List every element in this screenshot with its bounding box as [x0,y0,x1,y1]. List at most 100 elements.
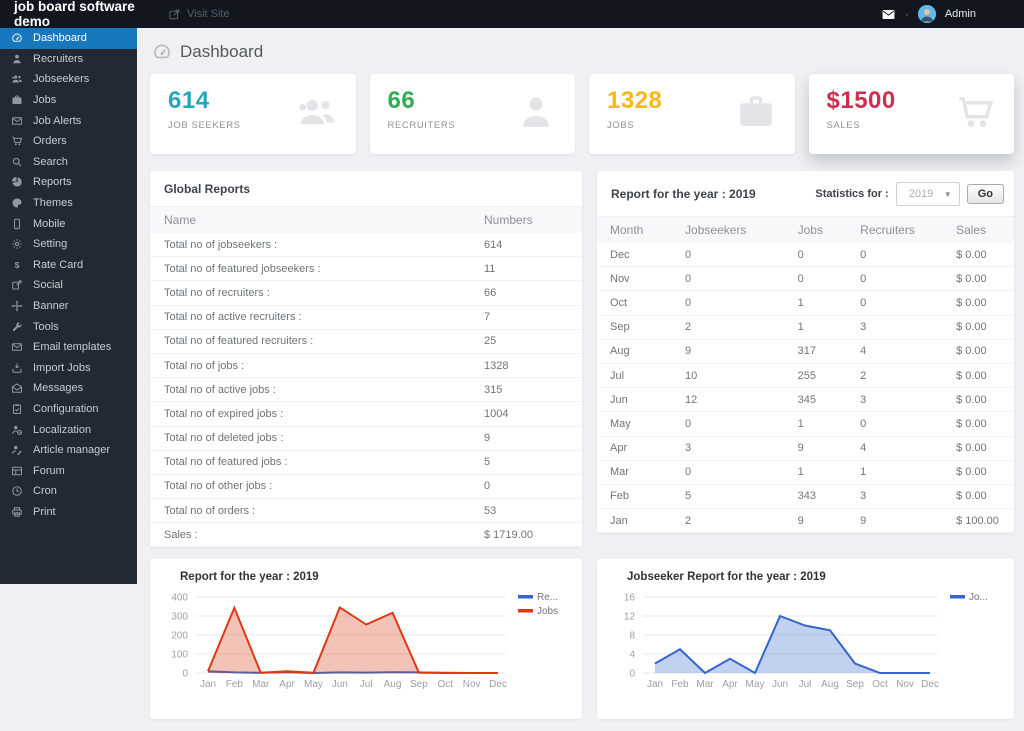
sidebar-item-label: Setting [33,238,68,251]
table-row: Apr 3 9 4 $ 0.00 [597,436,1014,461]
stat-label: JOBS [607,120,635,131]
sidebar-item-messages[interactable]: Messages [0,378,137,399]
table-header-row: Month Jobseekers Jobs Recruiters Sales [597,217,1014,243]
report-name: Total no of deleted jobs : [150,426,474,451]
table-cell: 3 [847,484,944,510]
table-cell: $ 0.00 [943,436,1014,461]
svg-text:Jan: Jan [647,679,663,690]
table-cell: 2 [672,508,785,534]
sidebar-item-orders[interactable]: Orders [0,131,137,152]
stat-card-sales[interactable]: $1500 SALES [808,74,1014,154]
sidebar-item-cron[interactable]: Cron [0,481,137,502]
sidebar-item-jobseekers[interactable]: Jobseekers [0,69,137,90]
table-row: Nov 0 0 0 $ 0.00 [597,266,1014,292]
year-report-panel: Report for the year : 2019 Statistics fo… [597,171,1014,534]
dashboard-icon [152,42,172,62]
sidebar-item-label: Dashboard [33,32,87,45]
sidebar-item-import-jobs[interactable]: Import Jobs [0,358,137,379]
sidebar-item-recruiters[interactable]: Recruiters [0,49,137,70]
sidebar-item-search[interactable]: Search [0,152,137,173]
table-cell: 9 [784,436,848,461]
report-number: 0 [474,474,582,500]
separator-dot: · [904,7,909,21]
column-header: Sales [943,217,1014,243]
table-cell: $ 0.00 [943,460,1014,485]
svg-text:400: 400 [171,593,188,604]
sidebar-item-print[interactable]: Print [0,502,137,523]
table-cell: 0 [672,243,785,268]
sidebar-item-article-manager[interactable]: Article manager [0,440,137,461]
table-row: Total no of active jobs :315 [150,377,582,403]
avatar[interactable] [917,5,936,23]
svg-text:$: $ [15,260,20,270]
year-report-chart: Report for the year : 2019 400 300 200 100 0 J… [171,571,558,690]
sidebar-item-configuration[interactable]: Configuration [0,399,137,420]
global-reports-panel: Global Reports Name Numbers Total no of … [150,171,582,548]
column-header: Jobseekers [672,217,785,243]
stat-label: RECRUITERS [387,120,456,131]
table-cell: $ 0.00 [943,411,1014,437]
stat-card-job-seekers[interactable]: 614 JOB SEEKERS [150,74,356,154]
briefcase-icon [11,94,23,106]
table-cell: 2 [847,363,944,389]
svg-text:8: 8 [629,631,635,642]
sidebar-item-social[interactable]: Social [0,275,137,296]
svg-text:Jul: Jul [360,679,373,690]
sidebar-item-label: Article manager [33,444,111,457]
brand-logo[interactable]: job board software demo [0,0,168,29]
sidebar-item-label: Themes [33,197,73,210]
table-cell: 1 [784,460,848,485]
table-row: Total no of orders :53 [150,498,582,524]
report-number: 7 [474,305,582,330]
table-row: Dec 0 0 0 $ 0.00 [597,243,1014,268]
table-cell: $ 0.00 [943,387,1014,413]
sidebar-item-forum[interactable]: Forum [0,460,137,481]
svg-text:Nov: Nov [896,679,914,690]
report-name: Total no of featured jobseekers : [150,256,474,282]
svg-text:200: 200 [171,631,188,642]
svg-text:Sep: Sep [410,679,428,690]
visit-site-link[interactable]: Visit Site [168,8,230,21]
table-cell: Aug [597,339,673,364]
sidebar-item-mobile[interactable]: Mobile [0,213,137,234]
sidebar-item-label: Forum [33,464,65,477]
stat-card-jobs[interactable]: 1328 JOBS [589,74,795,154]
jobseeker-report-chart: Jobseeker Report for the year : 2019 16 12… [624,571,988,690]
sidebar-item-dashboard[interactable]: Dashboard [0,28,137,49]
table-row: Total no of deleted jobs :9 [150,426,582,451]
sidebar-item-setting[interactable]: Setting [0,234,137,255]
table-row: Jun 12 345 3 $ 0.00 [597,387,1014,413]
report-name: Total no of other jobs : [150,474,474,500]
table-cell: 1 [784,411,848,437]
stat-value: 66 [387,87,416,114]
report-number: 53 [474,498,582,524]
svg-text:Report for the year : 2019: Report for the year : 2019 [180,571,319,583]
go-button[interactable]: Go [966,184,1004,204]
report-number: 25 [474,329,582,354]
sidebar-item-jobs[interactable]: Jobs [0,90,137,111]
sidebar-item-themes[interactable]: Themes [0,193,137,214]
svg-text:100: 100 [171,650,188,661]
table-cell: $ 0.00 [943,315,1014,340]
sidebar-item-localization[interactable]: Localization [0,419,137,440]
users-icon [11,73,23,85]
share-icon [11,279,23,291]
statistics-for-label: Statistics for : [815,188,889,200]
stat-cards: 614 JOB SEEKERS 66 RECRUITERS 1328 JOBS $1500 S… [150,74,1014,154]
svg-text:Feb: Feb [226,679,244,690]
topbar: job board software demo Visit Site · Adm… [0,0,1024,29]
sidebar-item-rate-card[interactable]: $ Rate Card [0,255,137,276]
mail-icon[interactable] [881,7,896,22]
sidebar-item-tools[interactable]: Tools [0,316,137,337]
sidebar-item-reports[interactable]: Reports [0,172,137,193]
table-cell: Oct [597,290,673,316]
sidebar-item-email-templates[interactable]: Email templates [0,337,137,358]
page-title: Dashboard [180,42,264,61]
sidebar-item-banner[interactable]: Banner [0,296,137,317]
move-icon [11,300,23,312]
stat-card-recruiters[interactable]: 66 RECRUITERS [369,74,575,154]
admin-menu[interactable]: Admin [945,8,976,20]
sidebar-item-job-alerts[interactable]: Job Alerts [0,110,137,131]
table-cell: 0 [847,243,944,268]
year-select[interactable]: 2019 ▼ [895,182,960,206]
